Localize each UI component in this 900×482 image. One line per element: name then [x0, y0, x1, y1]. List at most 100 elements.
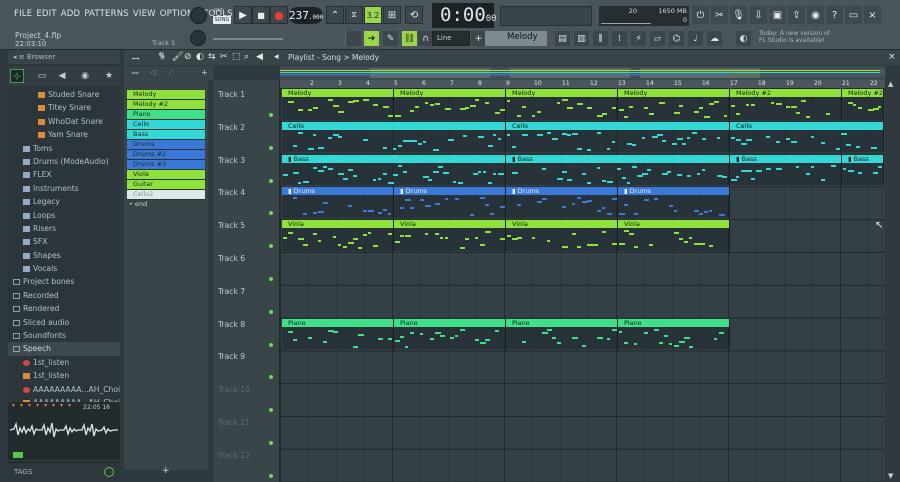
track-mute-led[interactable]	[269, 211, 273, 216]
next-arrow-button[interactable]: ➜	[364, 31, 379, 46]
track-label[interactable]: Track 4	[218, 188, 245, 197]
track-mute-led[interactable]	[269, 408, 273, 413]
pattern-pick-button[interactable]: +	[471, 31, 486, 46]
picker-pattern-icon[interactable]: ꟷ	[132, 68, 139, 79]
news-bulb-button[interactable]: ◐	[736, 31, 751, 46]
delete-icon[interactable]: ⊘	[184, 52, 192, 62]
pattern-clip-item[interactable]: Piano	[127, 110, 205, 120]
browser-item[interactable]: Risers	[8, 222, 120, 235]
preview-play-icon[interactable]	[13, 452, 23, 458]
browser-star-tab[interactable]: ★	[102, 69, 116, 83]
pattern-clip-item[interactable]: Drums #3	[127, 160, 205, 170]
playlist-clip[interactable]: Cello	[282, 121, 506, 153]
chat-icon[interactable]: ◉	[807, 6, 824, 24]
playlist-clip[interactable]: Melody #2	[730, 89, 842, 120]
track-mute-led[interactable]	[269, 145, 273, 150]
browser-item[interactable]: Titey Snare	[8, 101, 120, 114]
track-label[interactable]: Track 10	[218, 385, 250, 394]
search-icon[interactable]	[104, 467, 114, 477]
vertical-scrollbar[interactable]: ▲ ▼ ↖	[875, 80, 900, 482]
paint-icon[interactable]: 🖌	[172, 52, 183, 62]
piano-roll-button[interactable]: ▤	[555, 31, 570, 46]
browser-item[interactable]: Shapes	[8, 249, 120, 262]
download-icon[interactable]: ⇩	[750, 6, 767, 24]
save-icon[interactable]: ▣	[769, 6, 786, 24]
playlist-grid[interactable]: Melody Melody Melody Melody Melody #2 Melody …	[280, 88, 885, 482]
metronome-button[interactable]: ⌃	[326, 6, 344, 24]
master-volume-knob[interactable]	[190, 7, 207, 24]
play-button[interactable]: ▶	[234, 6, 252, 24]
add-pattern-icon[interactable]: +	[162, 466, 170, 476]
mute-icon[interactable]: ◐	[196, 52, 204, 62]
playlist-clip[interactable]: ▮ Bass	[282, 154, 506, 186]
browser-item[interactable]: Rendered	[8, 302, 120, 315]
playlist-clip[interactable]: Piano	[282, 318, 394, 350]
menu-patterns[interactable]: PATTERNS	[84, 9, 129, 19]
track-label[interactable]: Track 5	[218, 221, 245, 230]
playlist-clip[interactable]: Melody	[506, 89, 618, 120]
track-mute-led[interactable]	[269, 178, 273, 183]
playlist-clip[interactable]: Piano	[506, 318, 618, 350]
record-button[interactable]: ●	[270, 6, 288, 24]
news-panel[interactable]: Today: A new version of FL Studio is ava…	[759, 30, 849, 44]
browser-menu-icon[interactable]: ◂ ≡	[13, 53, 27, 61]
browser-db-tab[interactable]: ◉	[78, 69, 92, 83]
master-pitch-knob[interactable]	[190, 30, 206, 46]
close-icon[interactable]: ×	[864, 6, 881, 24]
track-label[interactable]: Track 9	[218, 352, 245, 361]
tags-bar[interactable]: TAGS	[8, 462, 120, 482]
window-icon[interactable]: ▭	[845, 6, 862, 24]
browser-item[interactable]: WhoDat Snare	[8, 115, 120, 128]
track-mute-led[interactable]	[269, 277, 273, 281]
fl-cloud-button[interactable]: ☁	[707, 31, 722, 46]
pattern-clip-item[interactable]: Melody	[127, 90, 205, 100]
zoom-icon[interactable]: ⌕	[244, 52, 249, 62]
playlist-clip[interactable]: ▮ Bass	[506, 154, 730, 186]
track-mute-led[interactable]	[269, 473, 273, 478]
loop-record-button[interactable]: ⟲	[405, 6, 423, 24]
browser-item[interactable]: Legacy	[8, 195, 120, 208]
playlist-clip[interactable]: Viola	[506, 220, 618, 251]
pattern-clip-item[interactable]: Guitar	[127, 180, 205, 190]
slice-icon[interactable]: ✂	[220, 52, 228, 62]
browser-all-tab[interactable]: ⊹	[10, 69, 24, 83]
playlist-clip[interactable]: Piano	[394, 318, 506, 350]
help-icon[interactable]: ?	[826, 6, 843, 24]
tempo-tap-button[interactable]: ♩	[688, 31, 703, 46]
playlist-clip[interactable]: Melody #2	[842, 89, 884, 120]
browser-item[interactable]: Sliced audio	[8, 316, 120, 329]
playlist-clip[interactable]: Piano	[618, 318, 730, 350]
master-slider[interactable]	[213, 38, 283, 40]
playlist-clip[interactable]: ▮ Drums	[618, 187, 730, 218]
speaker-icon[interactable]: ◀	[256, 52, 263, 62]
plugin-picker-button[interactable]: ⚡	[631, 31, 646, 46]
plugin-button[interactable]: ⌬	[669, 31, 684, 46]
picker-automation-icon[interactable]: ⟋	[168, 68, 174, 78]
microphone-icon[interactable]: 🎙	[730, 6, 747, 24]
browser-files-tab[interactable]: ▭	[35, 69, 49, 83]
playlist-close-icon[interactable]: ×	[888, 52, 896, 62]
browser-item[interactable]: Soundfonts	[8, 329, 120, 342]
playlist-clip[interactable]: ▮ Drums	[394, 187, 506, 218]
arrow-left-icon[interactable]: ◂	[274, 52, 279, 62]
pattern-selector[interactable]: Melody	[485, 31, 547, 46]
browser-item[interactable]: Loops	[8, 209, 120, 222]
pattern-clip-item[interactable]: Drums #2	[127, 150, 205, 160]
browser-item[interactable]: Vocals	[8, 262, 120, 275]
playlist-clip[interactable]: ▮ Drums	[282, 187, 394, 218]
pat-song-toggle[interactable]: PAT SONG	[212, 6, 232, 26]
slip-icon[interactable]: ⇆	[208, 52, 216, 62]
snap-selector[interactable]: Line	[432, 31, 470, 46]
browser-plugins-tab[interactable]: ◀	[55, 69, 69, 83]
track-mute-led[interactable]	[269, 441, 273, 445]
track-mute-led[interactable]	[269, 113, 273, 117]
playlist-clip[interactable]: Viola	[282, 220, 394, 251]
pencil-tool-button[interactable]: ✎	[383, 31, 398, 46]
pencil-draw-icon[interactable]: ✎	[158, 52, 166, 62]
pattern-clip-item[interactable]: Melody #2	[127, 100, 205, 110]
scroll-up-icon[interactable]: ▲	[888, 80, 893, 88]
power-icon[interactable]: ⏻	[692, 6, 709, 24]
playlist-clip[interactable]: ▮ Bass	[730, 154, 842, 186]
playlist-clip[interactable]: Melody	[394, 89, 506, 120]
channel-rack-button[interactable]: ▥	[574, 31, 589, 46]
